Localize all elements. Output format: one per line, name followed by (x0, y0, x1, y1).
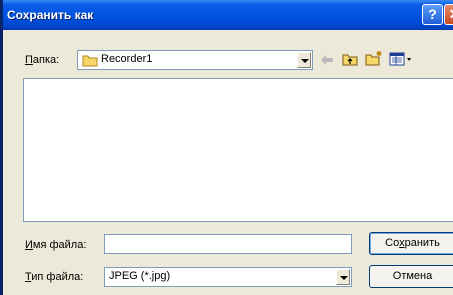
filetype-combobox[interactable]: JPEG (*.jpg) (104, 267, 352, 287)
cancel-button-label: Отмена (392, 270, 433, 282)
filename-label: Имя файла: (25, 239, 87, 251)
help-button[interactable]: ? (422, 4, 443, 25)
file-list[interactable] (23, 78, 453, 222)
close-icon: ✕ (449, 6, 453, 22)
help-icon: ? (428, 6, 437, 22)
folder-label: Папка: (25, 54, 60, 66)
new-folder-icon[interactable] (365, 50, 383, 66)
cancel-button[interactable]: Отмена (369, 265, 453, 288)
save-button[interactable]: Сохранить (369, 232, 453, 255)
folder-icon (82, 55, 98, 67)
back-arrow-icon[interactable] (320, 54, 334, 66)
filetype-value: JPEG (*.jpg) (109, 270, 171, 282)
dialog-title: Сохранить как (7, 8, 94, 22)
up-folder-icon[interactable] (342, 52, 358, 66)
filename-input[interactable] (104, 234, 352, 254)
filetype-dropdown-arrow[interactable] (336, 269, 350, 285)
title-bar[interactable]: Сохранить как ? ✕ (3, 0, 453, 30)
folder-value: Recorder1 (101, 53, 153, 65)
save-button-label: Сохранить (385, 237, 440, 249)
save-as-dialog: Сохранить как ? ✕ Папка: Recorder1 Имя ф… (0, 0, 453, 295)
folder-combobox[interactable]: Recorder1 (77, 50, 313, 70)
filetype-label: Тип файла: (25, 271, 84, 283)
folder-dropdown-arrow[interactable] (297, 52, 311, 68)
view-menu-icon[interactable] (389, 52, 413, 66)
close-button[interactable]: ✕ (444, 4, 453, 25)
